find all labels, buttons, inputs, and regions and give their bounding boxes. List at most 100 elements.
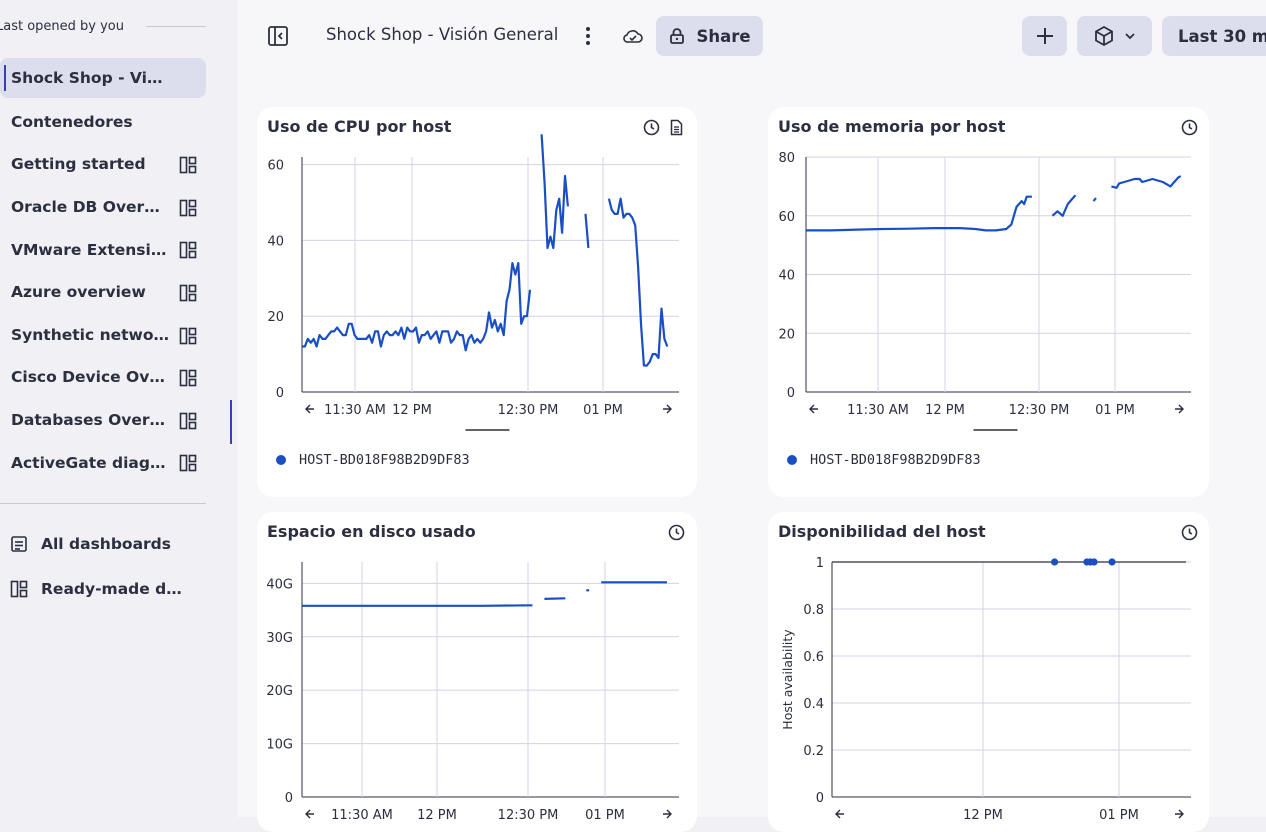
sidebar-item-0[interactable]: Shock Shop - Visión General [0,58,206,98]
sidebar-item-7[interactable]: Cisco Device Overview [0,356,206,399]
x-tick-label: 01 PM [583,403,623,418]
all-dashboards-link[interactable]: All dashboards [0,529,206,559]
x-tick-label: 01 PM [1099,808,1139,823]
x-tick-label: 12:30 PM [498,403,559,418]
tile-host-availability[interactable]: Disponibilidad del host 0 0.2 0.4 0.6 0.8 1 12… [768,512,1209,832]
dashboard-icon [179,455,197,472]
y-tick-label: 40G [266,577,293,592]
dashboard-icon [179,412,197,430]
chart-legend[interactable]: HOST-BD018F98B2D9DF83 [787,452,981,468]
memory-line-chart[interactable]: 0 20 40 60 80 11:30 AM 12 PM 12:30 PM 01 PM [768,107,1209,437]
sidebar: Last opened by you Shock Shop - Visión G… [0,0,236,817]
series-line [540,134,569,250]
scrollbar-thumb[interactable] [230,400,232,444]
sidebar-item-label: Oracle DB Overview [11,198,169,217]
sidebar-item-5[interactable]: Azure overview [0,271,206,314]
cpu-line-chart[interactable]: 0 20 40 60 11:30 AM 12 PM 12:30 PM 01 PM [257,107,697,437]
series-line [607,197,669,367]
sidebar-item-9[interactable]: ActiveGate diagnostics [0,441,206,484]
share-button[interactable]: Share [656,16,763,56]
tile-disk-usage[interactable]: Espacio en disco usado 0 10G 20G 30G 40G 11:3… [257,512,697,832]
more-options-icon[interactable] [579,24,597,48]
tile-memory-usage[interactable]: Uso de memoria por host 0 20 40 60 80 11:30 A… [768,107,1209,497]
y-tick-label: 20 [267,310,284,325]
x-tick-label: 01 PM [585,808,625,823]
y-tick-label: 0.4 [803,697,824,712]
sidebar-item-label: VMware Extension [11,240,169,259]
dashboard-title[interactable]: Shock Shop - Visión General [326,25,558,44]
sidebar-item-2[interactable]: Getting started [0,143,206,186]
pan-right-arrow [1175,404,1184,414]
y-tick-label: 20 [778,327,795,342]
series-line [806,195,1032,232]
lock-icon [670,28,685,44]
list-icon [11,536,27,552]
dashboard-icon [179,199,197,217]
chart-legend[interactable]: HOST-BD018F98B2D9DF83 [276,452,470,468]
disk-line-chart[interactable]: 0 10G 20G 30G 40G 11:30 AM 12 PM 12:30 PM 01 PM [257,512,697,832]
cloud-saved-icon [623,30,643,43]
chevron-down-icon [1124,33,1135,40]
sidebar-item-label: Azure overview [11,283,146,302]
sidebar-item-label: Shock Shop - Visión General [11,69,169,87]
sidebar-item-label: Contenedores [11,112,133,131]
y-tick-label: 80 [778,151,795,166]
add-tile-button[interactable] [1022,16,1067,56]
dashboard-icon [179,284,197,302]
x-tick-label: 01 PM [1095,403,1135,418]
tile-cpu-usage[interactable]: Uso de CPU por host 0 20 40 60 11:30 AM 12 PM… [257,107,697,497]
series-line [544,597,566,600]
x-tick-label: 12 PM [417,808,457,823]
legend-dot [787,455,797,465]
sidebar-item-1[interactable]: Contenedores [0,101,206,144]
availability-chart[interactable]: 0 0.2 0.4 0.6 0.8 1 12 PM 01 PM Host availabilit… [768,512,1209,832]
toggle-sidebar-icon[interactable] [267,25,289,47]
sidebar-item-label: Synthetic network [11,325,169,344]
y-tick-label: 0 [787,386,795,401]
x-tick-label: 11:30 AM [331,808,393,823]
y-axis-label: Host availability [780,629,795,730]
data-point [1050,558,1059,566]
y-tick-label: 10G [266,738,293,753]
timeframe-label: Last 30 min [1178,26,1266,46]
dashboard-icon [179,327,197,344]
topbar: Shock Shop - Visión General Share Last 3… [237,0,1266,72]
header-divider [146,25,206,27]
sidebar-divider [0,503,206,504]
sidebar-item-8[interactable]: Databases Overview [0,399,206,442]
recent-dashboards-list: Shock Shop - Visión General Contenedores G… [0,58,206,484]
y-tick-label: 60 [267,159,284,174]
dashboard-icon [179,156,197,174]
sidebar-item-4[interactable]: VMware Extension [0,228,206,271]
sidebar-item-3[interactable]: Oracle DB Overview [0,186,206,229]
x-tick-label: 11:30 AM [847,403,909,418]
dashboard-icon [179,242,197,259]
data-point [1090,558,1098,566]
y-tick-label: 0 [276,386,284,401]
ready-made-dashboards-link[interactable]: Ready-made dashboards [0,574,206,604]
legend-label: HOST-BD018F98B2D9DF83 [299,452,470,468]
series-line [302,604,533,607]
legend-label: HOST-BD018F98B2D9DF83 [810,452,981,468]
recent-header: Last opened by you [0,16,206,36]
x-tick-label: 11:30 AM [324,403,386,418]
series-line [1092,197,1097,202]
pan-left-arrow [809,404,818,414]
dashboard-icon [179,369,197,387]
sidebar-item-label: ActiveGate diagnostics [11,453,169,472]
sidebar-item-label: Getting started [11,155,146,174]
series-line [302,262,532,352]
sidebar-item-6[interactable]: Synthetic network [0,314,206,357]
series-line [1051,194,1077,217]
x-tick-label: 12 PM [392,403,432,418]
timeframe-selector[interactable]: Last 30 min [1162,16,1266,56]
cube-icon [1094,25,1113,47]
share-label: Share [696,26,751,46]
y-tick-label: 20G [266,684,293,699]
series-line [584,213,590,249]
recent-header-label: Last opened by you [0,18,125,34]
segment-selector-button[interactable] [1077,16,1152,56]
y-tick-label: 1 [816,556,824,571]
legend-dot [276,455,286,465]
y-tick-label: 60 [778,210,795,225]
